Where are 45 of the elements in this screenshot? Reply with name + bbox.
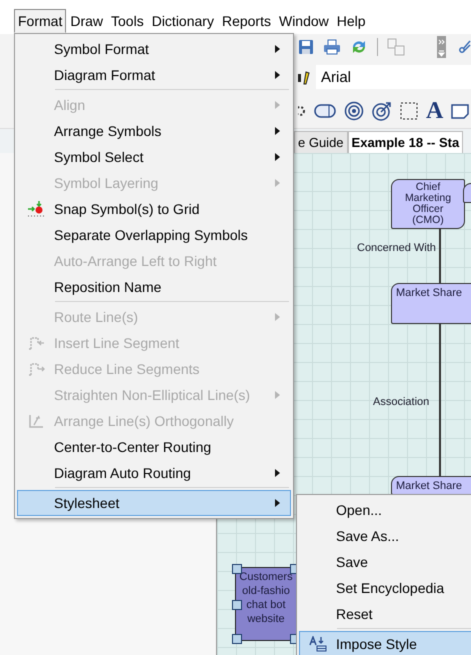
menu-item[interactable]: Save As... [299, 523, 471, 549]
menu-item[interactable]: Stylesheet [17, 490, 291, 516]
document-tab[interactable]: Example 18 -- Sta [348, 131, 464, 153]
dashed-rectangle-icon[interactable] [400, 102, 418, 120]
connector-line [439, 229, 440, 283]
menu-item[interactable]: Arrange Symbols [17, 118, 291, 144]
text-tool-icon[interactable]: A [426, 101, 444, 121]
diagram-node[interactable]: Market Share [391, 476, 471, 495]
menu-item[interactable]: Reposition Name [17, 274, 291, 300]
menu-bar-item[interactable]: Format [14, 9, 66, 33]
menu-item[interactable]: Center-to-Center Routing [17, 434, 291, 460]
reduce-segment-icon [27, 361, 45, 377]
menu-item[interactable]: Set Encyclopedia [299, 575, 471, 601]
menu-item[interactable]: Separate Overlapping Symbols [17, 222, 291, 248]
capsule-icon[interactable] [314, 104, 336, 118]
orthogonal-lines-icon [27, 413, 45, 429]
menu-item[interactable]: Reset [299, 601, 471, 627]
menu-bar-item[interactable]: Tools [107, 9, 148, 33]
document-tab[interactable]: e Guide [294, 131, 348, 153]
insert-segment-icon [27, 335, 45, 351]
menu-item[interactable]: Snap Symbol(s) to Grid [17, 196, 291, 222]
menu-bar-item[interactable]: Draw [66, 9, 108, 33]
menu-item[interactable]: Diagram Format [17, 62, 291, 88]
snap-to-grid-icon [27, 201, 45, 217]
note-icon[interactable] [451, 103, 470, 119]
diagram-node[interactable]: Chief Marketing Officer (CMO) [391, 179, 465, 229]
menu-item[interactable]: Open... [299, 497, 471, 523]
diagram-node[interactable]: Customers old-fashio chat bot website [235, 567, 297, 641]
connector-label: Association [373, 396, 430, 408]
menu-item[interactable]: Save [299, 549, 471, 575]
impose-style-icon [309, 636, 327, 652]
menu-bar-item[interactable]: Help [332, 9, 370, 33]
menu-bar-item[interactable]: Window [274, 9, 333, 33]
menu-item[interactable]: Symbol Select [17, 144, 291, 170]
menu-bar-item[interactable]: Dictionary [148, 9, 218, 33]
menu-bar-item[interactable]: Reports [218, 9, 275, 33]
menu-item[interactable]: Diagram Auto Routing [17, 460, 291, 486]
diagram-node[interactable]: Market Share [391, 283, 471, 324]
save-icon[interactable] [298, 39, 314, 55]
menu-item[interactable]: Impose Style [299, 631, 471, 655]
font-name-field[interactable]: Arial [316, 65, 471, 89]
target-icon[interactable] [344, 101, 364, 121]
toolbar-overflow-icon[interactable] [437, 36, 446, 58]
print-icon[interactable] [323, 39, 341, 55]
connector-label: Concerned With [357, 242, 436, 254]
